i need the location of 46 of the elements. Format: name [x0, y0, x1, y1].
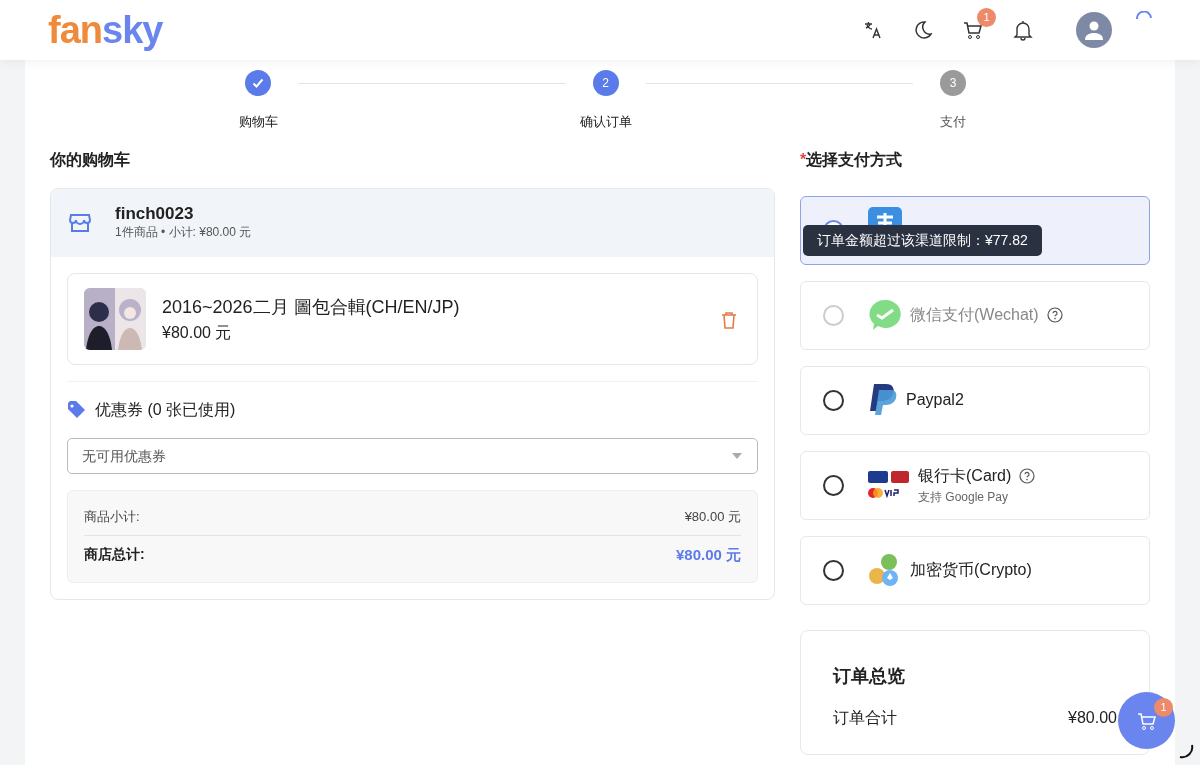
trash-icon[interactable] — [721, 310, 737, 329]
user-avatar[interactable] — [1076, 12, 1112, 48]
chat-bubble-icon — [868, 298, 902, 332]
radio-button[interactable] — [823, 389, 844, 411]
store-name[interactable]: finch0023 — [115, 204, 252, 224]
tag-icon — [67, 401, 87, 420]
total-value: ¥80.00 元 — [675, 544, 741, 565]
summary-title: 订单总览 — [833, 664, 906, 688]
total-label: 商品小计: — [84, 508, 140, 527]
store-icon — [69, 212, 91, 233]
loading-spinner-icon — [1136, 11, 1152, 19]
payment-method-label: Paypal2 — [906, 390, 964, 410]
store-summary: 1件商品 • 小计: ¥80.00 元 — [115, 224, 252, 242]
tooltip: 订单金额超过该渠道限制：¥77.82 — [803, 224, 1042, 256]
radio-button[interactable] — [823, 559, 844, 581]
section-title: 选择支付方式 — [806, 150, 903, 168]
summary-value: ¥80.00 — [1068, 707, 1117, 728]
payment-logo-icon — [868, 207, 902, 225]
summary-label: 订单合计 — [833, 707, 897, 728]
product-title[interactable]: 2016~2026二月 圖包合輯(CH/EN/JP) — [162, 293, 460, 321]
required-mark: * — [800, 150, 807, 168]
product-price: ¥80.00 元 — [162, 322, 233, 343]
cart-count-badge: 1 — [1154, 698, 1173, 717]
payment-method-label: 银行卡(Card) — [918, 466, 1012, 486]
payment-option[interactable]: 加密货币(Crypto) — [800, 535, 1150, 605]
section-title: 你的购物车 — [50, 149, 131, 170]
cart-count-badge: 1 — [977, 8, 996, 27]
coupon-select[interactable]: 无可用优惠券 — [67, 438, 758, 475]
payment-note: 支持 Google Pay — [918, 489, 1010, 506]
total-value: ¥80.00 元 — [684, 508, 741, 527]
step-label: 购物车 — [238, 113, 278, 131]
payment-method-label: 加密货币(Crypto) — [910, 560, 1032, 580]
help-icon[interactable] — [1019, 468, 1036, 484]
payment-option[interactable]: Paypal2 — [800, 365, 1150, 435]
total-label: 商店总计: — [84, 544, 145, 564]
step-label: 确认订单 — [579, 113, 632, 131]
payment-option[interactable]: 银行卡(Card) 支持 Google Pay — [800, 450, 1150, 520]
step-label: 支付 — [940, 113, 966, 131]
radio-button[interactable] — [823, 474, 844, 496]
step-number: 2 — [592, 70, 619, 96]
paypal-logo-icon — [868, 383, 898, 417]
step-number: 3 — [940, 70, 966, 96]
payment-option[interactable]: 订单金额超过该渠道限制：¥77.82 — [800, 195, 1150, 265]
coupon-title: 优惠券 (0 张已使用) — [95, 400, 236, 421]
loading-spinner-icon — [1178, 743, 1194, 759]
payment-method-label: 微信支付(Wechat) — [910, 305, 1039, 325]
